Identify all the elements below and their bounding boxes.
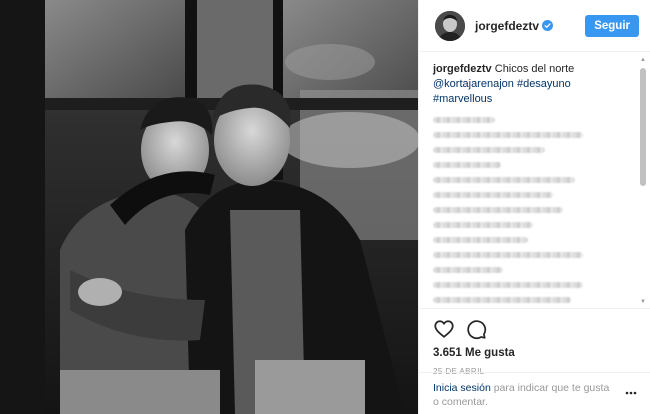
post-header: jorgefdeztv Seguir <box>419 0 650 52</box>
scroll-down-arrow-icon[interactable]: ▼ <box>639 298 647 306</box>
blurred-comment <box>433 282 583 288</box>
tag-mention[interactable]: @kortajarenajon <box>433 78 514 90</box>
caption-tags: @kortajarenajon #desayuno #marvellous <box>433 77 633 107</box>
action-icons <box>433 317 637 341</box>
caption-username[interactable]: jorgefdeztv <box>433 63 492 75</box>
post-side-panel: jorgefdeztv Seguir jorgefdeztv Chicos de… <box>418 0 650 414</box>
comments-list: jorgefdeztv Chicos del norte @kortajaren… <box>419 52 650 308</box>
avatar-image <box>435 10 465 41</box>
username[interactable]: jorgefdeztv <box>475 19 539 33</box>
blurred-comment <box>433 207 563 213</box>
likes-number: 3.651 <box>433 347 462 359</box>
tag-hashtag[interactable]: #desayuno <box>517 78 571 90</box>
login-prompt: Inicia sesión para indicar que te gusta … <box>419 372 650 414</box>
likes-label: Me gusta <box>464 347 515 359</box>
comment-bubble-icon[interactable] <box>465 318 487 340</box>
blurred-comment <box>433 297 571 303</box>
blurred-comment <box>433 252 583 258</box>
post-photo-image <box>0 0 418 414</box>
login-text: Inicia sesión para indicar que te gusta … <box>433 381 618 409</box>
scroll-thumb[interactable] <box>640 68 646 186</box>
blurred-comment <box>433 162 501 168</box>
tag-hashtag[interactable]: #marvellous <box>433 93 492 105</box>
blurred-comment <box>433 192 553 198</box>
scroll-up-arrow-icon[interactable]: ▲ <box>639 56 647 64</box>
likes-count[interactable]: 3.651 Me gusta <box>433 347 637 359</box>
post-actions: 3.651 Me gusta 25 DE ABRIL <box>419 308 650 376</box>
avatar[interactable] <box>435 10 465 41</box>
blurred-comment <box>433 147 545 153</box>
blurred-comment <box>433 237 528 243</box>
blurred-comment <box>433 117 495 123</box>
blurred-comment <box>433 132 583 138</box>
post-photo[interactable] <box>0 0 418 414</box>
blurred-comment <box>433 177 575 183</box>
login-link[interactable]: Inicia sesión <box>433 382 491 394</box>
caption: jorgefdeztv Chicos del norte @kortajaren… <box>433 62 633 107</box>
verified-badge-icon <box>542 20 554 31</box>
blurred-comment <box>433 267 503 273</box>
blurred-comment <box>433 222 533 228</box>
more-options-icon[interactable] <box>625 387 637 399</box>
caption-text: Chicos del norte <box>494 63 575 75</box>
follow-button[interactable]: Seguir <box>585 14 639 37</box>
comments-scrollbar[interactable]: ▲ ▼ <box>639 56 647 306</box>
heart-icon[interactable] <box>433 318 455 340</box>
